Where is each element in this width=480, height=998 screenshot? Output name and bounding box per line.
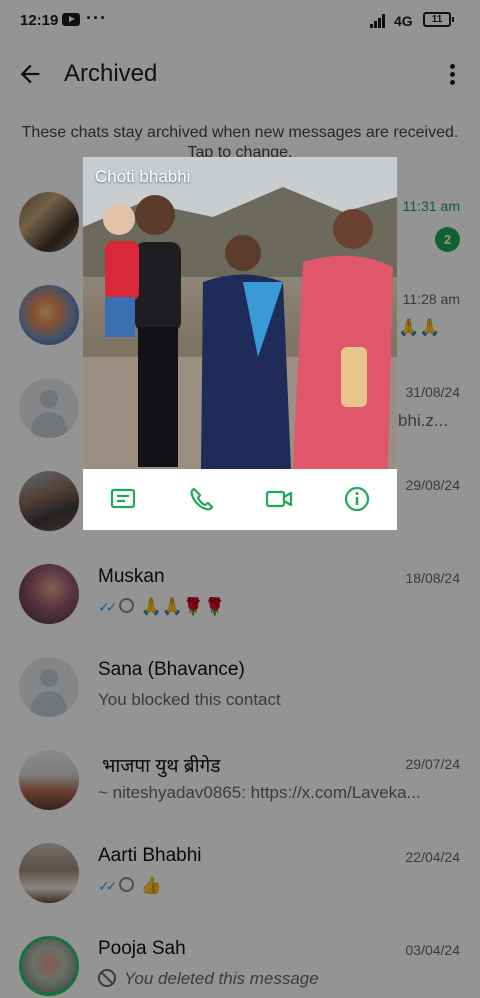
profile-quick-view: Choti bhabhi [83,157,397,530]
quick-actions-bar [83,469,397,530]
message-icon[interactable] [109,485,137,513]
profile-photo-illustration [83,157,397,469]
video-call-icon[interactable] [265,485,293,513]
archived-chats-screen: 12:19 ··· 4G 11 Archived These chats sta… [0,0,480,998]
call-icon[interactable] [187,485,215,513]
contact-name: Choti bhabhi [95,167,191,186]
info-icon[interactable] [343,485,371,513]
profile-photo[interactable]: Choti bhabhi [83,157,397,469]
